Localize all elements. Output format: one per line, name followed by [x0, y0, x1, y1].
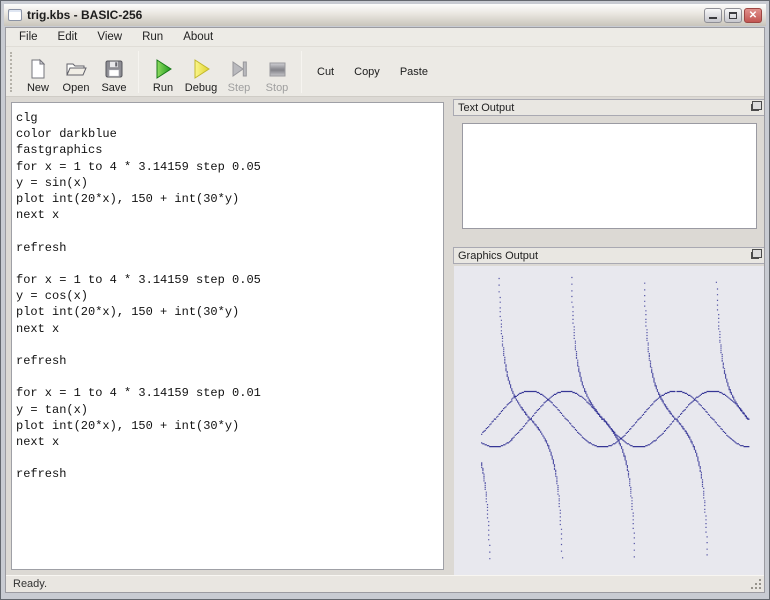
- run-button-label: Run: [153, 82, 173, 94]
- menu-edit[interactable]: Edit: [51, 29, 85, 45]
- open-icon: [65, 58, 87, 80]
- trig-plot: [454, 266, 764, 575]
- open-button[interactable]: Open: [58, 50, 94, 94]
- plot-series-sin: [481, 391, 749, 447]
- menu-file[interactable]: File: [12, 29, 45, 45]
- code-editor[interactable]: clg color darkblue fastgraphics for x = …: [11, 102, 444, 570]
- graphics-output-panel-title: Graphics Output: [458, 250, 751, 262]
- step-icon: [228, 58, 250, 80]
- app-window: trig.kbs - BASIC-256 ✕ File Edit View Run Ab…: [0, 0, 770, 600]
- main-area: clg color darkblue fastgraphics for x = …: [6, 97, 764, 575]
- maximize-button[interactable]: [724, 8, 742, 23]
- new-button[interactable]: New: [20, 50, 56, 94]
- toolbar-separator: [301, 51, 302, 93]
- copy-button-label: Copy: [354, 66, 380, 78]
- run-icon: [152, 58, 174, 80]
- debug-button-label: Debug: [185, 82, 217, 94]
- float-panel-icon[interactable]: [751, 252, 759, 259]
- title-bar[interactable]: trig.kbs - BASIC-256 ✕: [4, 4, 766, 26]
- close-button[interactable]: ✕: [744, 8, 762, 23]
- save-button[interactable]: Save: [96, 50, 132, 94]
- debug-button[interactable]: Debug: [183, 50, 219, 94]
- paste-button[interactable]: Paste: [391, 50, 437, 94]
- graphics-output-area: [454, 266, 764, 575]
- save-button-label: Save: [101, 82, 126, 94]
- debug-icon: [190, 58, 212, 80]
- menu-run[interactable]: Run: [135, 29, 170, 45]
- new-button-label: New: [27, 82, 49, 94]
- float-panel-icon[interactable]: [751, 104, 759, 111]
- open-button-label: Open: [63, 82, 90, 94]
- menu-about[interactable]: About: [176, 29, 220, 45]
- client-area: File Edit View Run About New Open Save Run Debug…: [5, 27, 765, 593]
- code-text: clg color darkblue fastgraphics for x = …: [16, 110, 439, 483]
- save-icon: [103, 58, 125, 80]
- step-button-label: Step: [228, 82, 251, 94]
- toolbar-drag-handle[interactable]: [10, 52, 14, 92]
- window-controls: ✕: [704, 8, 762, 23]
- new-icon: [27, 58, 49, 80]
- window-title: trig.kbs - BASIC-256: [27, 8, 704, 22]
- text-output-panel-header[interactable]: Text Output: [453, 99, 764, 116]
- status-text: Ready.: [13, 578, 47, 590]
- menu-bar: File Edit View Run About: [6, 28, 764, 47]
- plot-series-cos: [481, 391, 749, 447]
- app-icon: [8, 9, 22, 21]
- step-button[interactable]: Step: [221, 50, 257, 94]
- toolbar: New Open Save Run Debug Step Stop Cut Copy Paste: [6, 47, 764, 97]
- cut-button-label: Cut: [317, 66, 334, 78]
- stop-button-label: Stop: [266, 82, 289, 94]
- stop-icon: [266, 58, 288, 80]
- menu-view[interactable]: View: [90, 29, 129, 45]
- cut-button[interactable]: Cut: [308, 50, 343, 94]
- stop-button[interactable]: Stop: [259, 50, 295, 94]
- run-button[interactable]: Run: [145, 50, 181, 94]
- toolbar-separator: [138, 51, 139, 93]
- plot-series-tan: [481, 277, 749, 559]
- copy-button[interactable]: Copy: [345, 50, 389, 94]
- text-output-panel-title: Text Output: [458, 102, 751, 114]
- minimize-button[interactable]: [704, 8, 722, 23]
- graphics-output-panel-header[interactable]: Graphics Output: [453, 247, 764, 264]
- text-output-area[interactable]: [462, 123, 757, 229]
- status-bar: Ready.: [6, 575, 764, 592]
- resize-grip[interactable]: [750, 578, 763, 591]
- paste-button-label: Paste: [400, 66, 428, 78]
